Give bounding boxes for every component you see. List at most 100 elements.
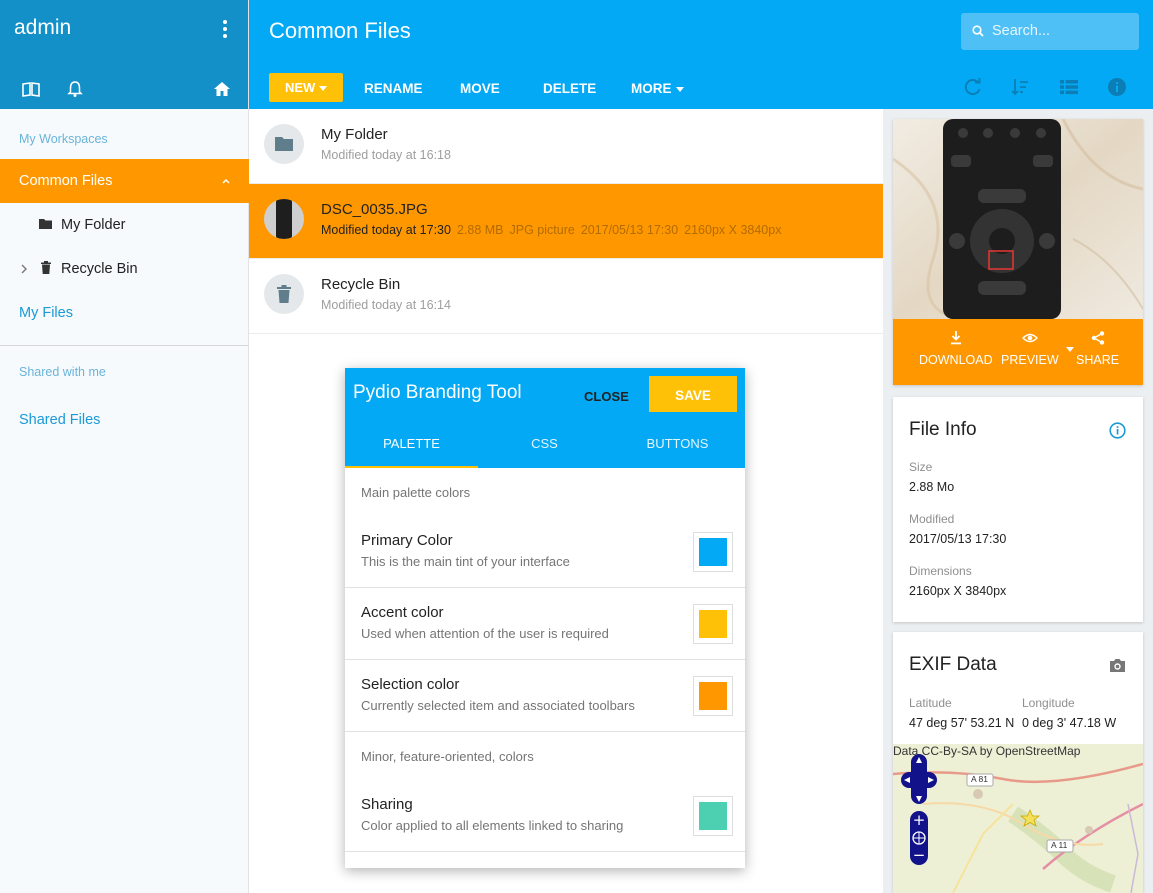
share-label: SHARE	[1076, 353, 1120, 367]
sidebar-header: admin	[0, 0, 248, 109]
color-swatch	[699, 610, 727, 638]
latitude-label: Latitude	[909, 696, 952, 710]
caret-down-icon[interactable]	[1066, 347, 1074, 352]
book-icon[interactable]	[22, 80, 40, 98]
dimensions-value: 2160px X 3840px	[909, 584, 1007, 598]
file-size: 2.88 MB	[456, 223, 504, 237]
palette-row-primary: Primary Color This is the main tint of y…	[345, 516, 745, 588]
section-shared-with-me: Shared with me	[19, 365, 106, 379]
file-dimensions: 2160px X 3840px	[684, 223, 782, 237]
refresh-icon[interactable]	[963, 77, 983, 97]
info-icon[interactable]	[1109, 422, 1126, 439]
close-button[interactable]: CLOSE	[584, 389, 629, 404]
color-picker[interactable]	[693, 532, 733, 572]
color-name: Accent color	[361, 604, 444, 621]
color-swatch	[699, 682, 727, 710]
sidebar-item-my-files[interactable]: My Files	[0, 291, 249, 335]
map[interactable]: + − Data CC-By-SA by OpenStreetMap A 81 …	[893, 744, 1143, 893]
size-value: 2.88 Mo	[909, 480, 955, 494]
preview-button[interactable]: PREVIEW	[1001, 331, 1059, 367]
tab-css[interactable]: CSS	[478, 426, 611, 468]
sidebar-item-recycle-bin[interactable]: Recycle Bin	[0, 247, 249, 291]
sort-icon[interactable]	[1010, 77, 1030, 97]
sidebar-item-label: Common Files	[19, 173, 113, 189]
image-thumbnail	[264, 199, 304, 239]
file-metadata: Modified today at 17:30 2.88 MB JPG pictur…	[321, 223, 781, 237]
list-item[interactable]: DSC_0035.JPG Modified today at 17:30 2.88…	[249, 184, 883, 259]
trash-icon	[277, 285, 291, 303]
section-main-colors: Main palette colors	[361, 485, 471, 500]
folder-icon	[39, 219, 52, 229]
home-icon[interactable]	[213, 80, 231, 98]
svg-text:+: +	[913, 811, 926, 829]
more-vert-icon[interactable]	[220, 20, 230, 42]
image-preview[interactable]	[893, 119, 1143, 319]
palette-row-accent: Accent color Used when attention of the …	[345, 588, 745, 660]
search-placeholder: Search...	[992, 23, 1051, 39]
delete-button[interactable]: DELETE	[543, 73, 596, 102]
eye-icon	[1021, 333, 1038, 343]
move-button[interactable]: MOVE	[460, 73, 500, 102]
chevron-up-icon[interactable]	[221, 176, 231, 186]
more-button-label: MORE	[631, 81, 672, 96]
branding-dialog: Pydio Branding Tool CLOSE SAVE PALETTE C…	[345, 368, 745, 868]
latitude-value: 47 deg 57' 53.21 N	[909, 716, 1015, 730]
color-picker[interactable]	[693, 604, 733, 644]
file-modified: Modified today at 16:14	[321, 298, 451, 312]
exif-title: EXIF Data	[909, 654, 997, 675]
download-icon	[950, 331, 961, 345]
camera-icon[interactable]	[1109, 658, 1126, 673]
file-info-title: File Info	[909, 419, 977, 440]
file-list: My Folder Modified today at 16:18 DSC_00…	[249, 109, 883, 334]
palette-row-sharing: Sharing Color applied to all elements li…	[345, 780, 745, 852]
longitude-value: 0 deg 3' 47.18 W	[1022, 716, 1117, 730]
file-thumbnail	[264, 274, 304, 314]
list-item[interactable]: My Folder Modified today at 16:18	[249, 109, 883, 184]
file-name: DSC_0035.JPG	[321, 201, 428, 218]
list-view-icon[interactable]	[1059, 77, 1079, 97]
more-button[interactable]: MORE	[631, 73, 684, 102]
caret-down-icon	[675, 86, 684, 92]
save-button[interactable]: SAVE	[649, 376, 737, 412]
color-name: Selection color	[361, 676, 460, 693]
bell-icon[interactable]	[66, 80, 84, 98]
trash-icon	[41, 261, 51, 274]
search-input[interactable]: Search...	[961, 13, 1139, 50]
preview-actions: DOWNLOAD PREVIEW SHARE	[893, 319, 1143, 385]
sidebar-item-label: My Files	[19, 305, 73, 321]
road-label: A 81	[971, 774, 989, 784]
list-item[interactable]: Recycle Bin Modified today at 16:14	[249, 259, 883, 334]
file-name: Recycle Bin	[321, 276, 401, 293]
color-description: Color applied to all elements linked to …	[361, 818, 624, 833]
folder-icon	[275, 137, 293, 151]
preview-card: DOWNLOAD PREVIEW SHARE	[893, 119, 1143, 385]
color-name: Primary Color	[361, 532, 453, 549]
modified-label: Modified	[909, 512, 955, 526]
chevron-right-icon[interactable]	[20, 264, 28, 274]
new-button[interactable]: NEW	[269, 73, 343, 102]
color-description: Used when attention of the user is requi…	[361, 626, 609, 641]
road-label: A 11	[1051, 840, 1068, 850]
file-info-card: File Info Size 2.88 Mo Modified 2017/05/…	[893, 397, 1143, 622]
share-button[interactable]: SHARE	[1076, 331, 1119, 367]
file-thumbnail	[264, 124, 304, 164]
section-minor-colors: Minor, feature-oriented, colors	[361, 749, 534, 764]
color-picker[interactable]	[693, 676, 733, 716]
download-button[interactable]: DOWNLOAD	[919, 331, 993, 367]
username[interactable]: admin	[14, 16, 71, 40]
sidebar-item-my-folder[interactable]: My Folder	[0, 203, 249, 247]
rename-button[interactable]: RENAME	[364, 73, 423, 102]
file-type: JPG picture	[509, 223, 575, 237]
info-panel: DOWNLOAD PREVIEW SHARE File Info Size 2.…	[883, 109, 1153, 893]
sidebar-item-label: Shared Files	[19, 412, 101, 428]
sidebar-item-common-files[interactable]: Common Files	[0, 159, 249, 203]
tab-buttons[interactable]: BUTTONS	[611, 426, 744, 468]
file-name: My Folder	[321, 126, 388, 143]
sidebar-item-shared-files[interactable]: Shared Files	[0, 398, 249, 442]
search-icon	[972, 25, 984, 37]
color-picker[interactable]	[693, 796, 733, 836]
info-icon[interactable]	[1107, 77, 1127, 97]
divider	[0, 345, 249, 346]
exif-card: EXIF Data Latitude 47 deg 57' 53.21 N Lo…	[893, 632, 1143, 893]
tab-palette[interactable]: PALETTE	[345, 426, 478, 468]
